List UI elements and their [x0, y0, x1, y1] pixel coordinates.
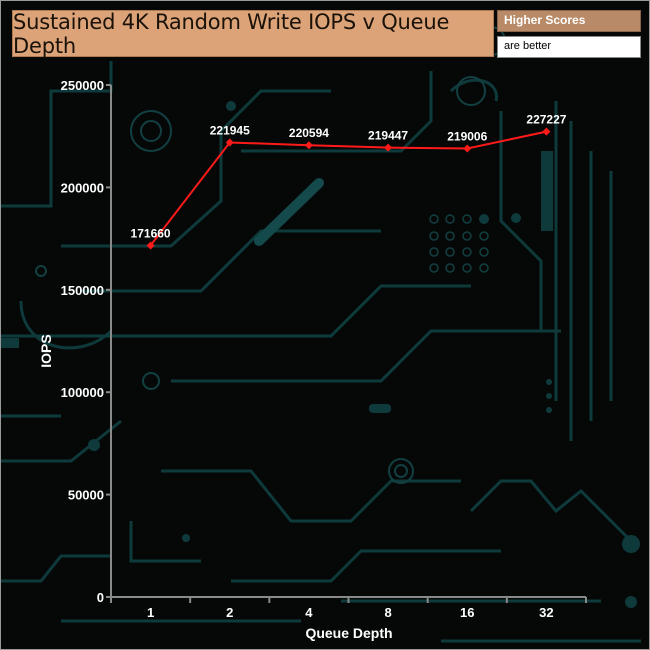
data-label: 219006 [447, 129, 487, 143]
series-layer: 171660 221945 220594 219447 219006 227227 [131, 113, 567, 250]
chart-frame: Sustained 4K Random Write IOPS v Queue D… [0, 0, 650, 650]
data-point [463, 144, 472, 153]
y-tick-label: 150000 [61, 283, 104, 298]
x-axis: 1 2 4 8 16 32 [110, 596, 587, 620]
x-tick-label: 1 [147, 605, 154, 620]
data-point [384, 143, 393, 152]
data-point [304, 141, 313, 150]
y-tick-label: 50000 [68, 488, 104, 503]
data-label: 171660 [131, 226, 171, 240]
data-label: 220594 [289, 126, 329, 140]
data-label: 227227 [526, 113, 566, 127]
x-tick-label: 16 [460, 605, 474, 620]
x-tick-label: 4 [305, 605, 313, 620]
x-tick-label: 2 [226, 605, 233, 620]
y-tick-label: 100000 [61, 385, 104, 400]
y-tick-label: 250000 [61, 78, 104, 93]
y-tick-label: 200000 [61, 180, 104, 195]
series-line [149, 130, 547, 247]
data-point [542, 127, 551, 136]
line-chart: 050000100000150000200000250000 1 2 4 8 16 32 … [38, 78, 587, 641]
data-label: 219447 [368, 129, 408, 143]
y-tick-label: 0 [97, 590, 104, 605]
y-axis-title: IOPS [38, 334, 54, 367]
x-axis-title: Queue Depth [305, 625, 392, 641]
x-tick-label: 32 [539, 605, 553, 620]
data-label: 221945 [210, 123, 250, 137]
x-tick-label: 8 [384, 605, 391, 620]
y-axis: 0 50000 100000 150000 200000 250000 [61, 78, 112, 605]
